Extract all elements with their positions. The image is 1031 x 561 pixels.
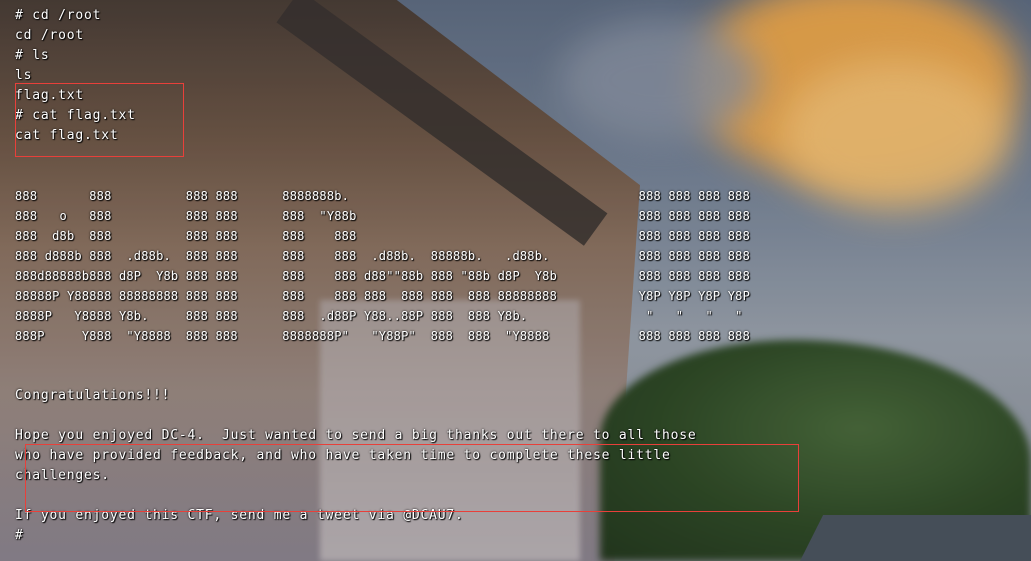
shell-prompt[interactable]: # xyxy=(15,526,750,546)
terminal-line: # cd /root xyxy=(15,8,102,23)
terminal-line: # ls xyxy=(15,48,50,63)
banner-line: 88888P Y88888 88888888 888 888 888 888 8… xyxy=(15,289,751,303)
ascii-art-banner: 888 888 888 888 8888888b. 888 888 888 88… xyxy=(15,186,750,346)
highlight-box-message xyxy=(25,444,799,512)
banner-line: 888d88888b888 d8P Y8b 888 888 888 888 d8… xyxy=(15,269,751,283)
banner-line: 888 o 888 888 888 888 "Y88b 888 888 888 … xyxy=(15,209,751,223)
congrats-text: Congratulations!!! xyxy=(15,388,171,403)
message-line: Hope you enjoyed DC-4. Just wanted to se… xyxy=(15,428,697,443)
banner-line: 888P Y888 "Y8888 888 888 8888888P" "Y88P… xyxy=(15,329,751,343)
banner-line: 888 d8b 888 888 888 888 888 888 888 888 … xyxy=(15,229,751,243)
banner-line: 888 d888b 888 .d88b. 888 888 888 888 .d8… xyxy=(15,249,751,263)
highlight-box-commands xyxy=(15,83,184,157)
banner-line: 888 888 888 888 8888888b. 888 888 888 88… xyxy=(15,189,751,203)
banner-line: 8888P Y8888 Y8b. 888 888 888 .d88P Y88..… xyxy=(15,309,743,323)
terminal-line: cd /root xyxy=(15,28,85,43)
